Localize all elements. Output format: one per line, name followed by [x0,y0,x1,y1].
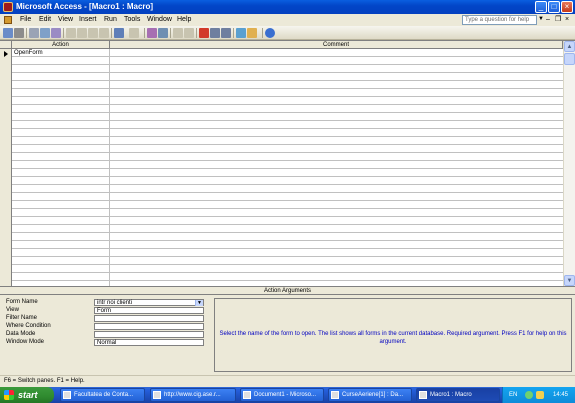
action-arguments-header: Action Arguments [0,286,575,295]
format-painter-icon[interactable] [99,28,109,38]
design-view-icon[interactable] [3,28,13,38]
row-selector-header[interactable] [0,41,12,49]
save-icon[interactable] [14,28,24,38]
help-search-input[interactable]: Type a question for help [462,15,537,25]
windows-flag-icon [4,390,14,400]
undo-icon[interactable] [114,28,124,38]
access-app-icon[interactable] [3,2,13,12]
insert-rows-icon[interactable] [173,28,183,38]
menu-view[interactable]: View [58,15,73,25]
taskbar-item[interactable]: Facultatea de Conta... [60,388,145,402]
macro-doc-icon[interactable] [4,16,12,24]
start-button[interactable]: start [0,387,54,403]
scroll-down-icon[interactable]: ▼ [564,275,575,286]
doc-close-button[interactable]: × [565,16,569,24]
language-indicator[interactable]: EN [509,387,517,403]
paste-icon[interactable] [88,28,98,38]
doc-restore-button[interactable]: ❐ [555,16,561,24]
action-column-header[interactable]: Action [12,41,110,49]
run-icon[interactable] [199,28,209,38]
menu-run[interactable]: Run [104,15,117,25]
menu-help[interactable]: Help [177,15,191,25]
help-icon[interactable] [265,28,275,38]
close-button[interactable]: × [561,1,573,13]
window-title: Microsoft Access - [Macro1 : Macro] [16,2,154,11]
build-icon[interactable] [221,28,231,38]
arg-label: Where Condition [6,323,51,329]
maximize-button[interactable]: □ [548,1,560,13]
title-bar: Microsoft Access - [Macro1 : Macro] _ □ … [0,0,575,14]
vertical-scrollbar[interactable]: ▲ ▼ [563,41,575,287]
action-cell[interactable]: OpenForm [14,49,43,57]
single-step-icon[interactable] [210,28,220,38]
menu-edit[interactable]: Edit [39,15,51,25]
status-bar: F6 = Switch panes. F1 = Help. [0,375,575,387]
word-icon [243,391,251,399]
browser-icon [153,391,161,399]
current-row-icon [4,51,8,57]
minimize-button[interactable]: _ [535,1,547,13]
arg-label: Data Mode [6,331,36,337]
chevron-down-icon[interactable]: ▼ [538,16,544,22]
form-name-field[interactable]: intr noi clienti ▼ [94,299,204,306]
grid-rows[interactable] [12,49,563,287]
cut-icon[interactable] [66,28,76,38]
taskbar-item-active[interactable]: Macro1 : Macro [416,388,500,402]
menu-bar: File Edit View Insert Run Tools Window H… [0,14,575,26]
taskbar: start Facultatea de Conta... http://www.… [0,387,575,403]
print-preview-icon[interactable] [40,28,50,38]
macro-grid: Action Comment OpenForm ▲ ▼ [0,40,575,287]
copy-icon[interactable] [77,28,87,38]
arguments-list: Form Name intr noi clienti ▼ View Form F… [2,297,212,373]
redo-icon[interactable] [129,28,139,38]
print-icon[interactable] [29,28,39,38]
arg-label: Window Mode [6,339,45,345]
new-object-icon[interactable] [247,28,257,38]
argument-help-text: Select the name of the form to open. The… [219,331,567,345]
clock[interactable]: 14:45 [553,387,568,403]
chevron-down-icon[interactable]: ▼ [195,300,203,306]
folder-icon [63,391,71,399]
argument-help-panel: Select the name of the form to open. The… [214,298,572,372]
arg-label: Filter Name [6,315,38,321]
conditions-icon[interactable] [158,28,168,38]
macro-icon [419,391,427,399]
comment-column-header[interactable]: Comment [110,41,563,49]
macro-names-icon[interactable] [147,28,157,38]
scroll-up-icon[interactable]: ▲ [564,41,575,52]
view-field[interactable]: Form [94,307,204,314]
arg-label: Form Name [6,299,38,305]
arg-label: View [6,307,19,313]
menu-file[interactable]: File [20,15,31,25]
macro-design-toolbar [0,26,575,40]
database-window-icon[interactable] [236,28,246,38]
delete-rows-icon[interactable] [184,28,194,38]
where-condition-field[interactable] [94,323,204,330]
row-selectors[interactable] [0,49,12,287]
menu-window[interactable]: Window [147,15,172,25]
window-mode-field[interactable]: Normal [94,339,204,346]
action-arguments-pane: Form Name intr noi clienti ▼ View Form F… [0,295,575,375]
grid-header: Action Comment [0,41,563,49]
spelling-icon[interactable] [51,28,61,38]
tray-app-icon[interactable] [536,391,544,399]
network-icon[interactable] [525,391,533,399]
taskbar-item[interactable]: CurseAeriene[1] : Da... [328,388,412,402]
doc-minimize-button[interactable]: – [546,16,550,24]
access-icon [331,391,339,399]
taskbar-item[interactable]: http://www.cig.ase.r... [150,388,236,402]
filter-name-field[interactable] [94,315,204,322]
menu-tools[interactable]: Tools [124,15,140,25]
taskbar-item[interactable]: Document1 - Microso... [240,388,324,402]
scroll-thumb[interactable] [564,53,575,65]
data-mode-field[interactable] [94,331,204,338]
menu-insert[interactable]: Insert [79,15,97,25]
system-tray: EN 14:45 [502,387,575,403]
